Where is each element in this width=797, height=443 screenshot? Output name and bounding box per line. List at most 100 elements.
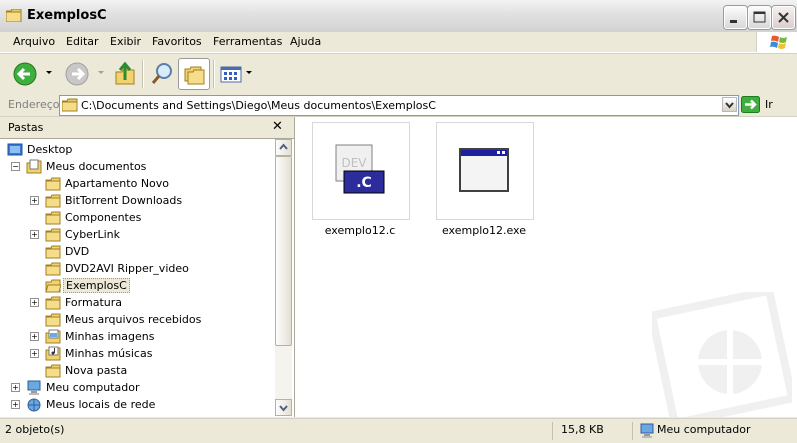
tree-label: Meus documentos xyxy=(46,160,147,173)
close-pane-icon[interactable]: ✕ xyxy=(272,119,283,134)
expand-icon[interactable]: + xyxy=(30,196,39,205)
close-button[interactable] xyxy=(772,6,795,29)
minimize-button[interactable] xyxy=(724,6,747,29)
tree-label: Formatura xyxy=(65,296,122,309)
tree-label: CyberLink xyxy=(65,228,120,241)
forward-arrow-icon xyxy=(65,62,89,86)
computer-icon xyxy=(27,380,41,395)
menu-bar: Arquivo Editar Exibir Favoritos Ferramen… xyxy=(0,32,797,53)
menu-editar[interactable]: Editar xyxy=(66,35,99,48)
file-list-pane[interactable]: DEV .C exemplo12.c exemplo12.exe xyxy=(295,117,797,417)
tree-item-dvd[interactable]: DVD xyxy=(0,243,274,260)
back-button[interactable] xyxy=(10,58,40,90)
folder-icon xyxy=(45,228,61,242)
tree-item-componentes[interactable]: Componentes xyxy=(0,209,274,226)
menu-ajuda[interactable]: Ajuda xyxy=(290,35,321,48)
tree-item-meus-locais-de-rede[interactable]: + Meus locais de rede xyxy=(0,396,274,413)
address-bar: Endereço C:\Documents and Settings\Diego… xyxy=(0,94,797,117)
c-source-file-icon: DEV .C xyxy=(335,144,385,194)
menu-favoritos[interactable]: Favoritos xyxy=(152,35,202,48)
expand-icon[interactable]: + xyxy=(30,298,39,307)
forward-button[interactable] xyxy=(62,58,92,90)
expand-icon[interactable]: + xyxy=(11,400,20,409)
open-folder-icon xyxy=(45,279,61,293)
go-button[interactable] xyxy=(741,96,760,113)
views-dropdown-icon[interactable] xyxy=(246,71,252,74)
toolbar-separator xyxy=(213,60,215,88)
folders-button[interactable] xyxy=(178,58,210,90)
maximize-icon xyxy=(753,11,766,23)
tree-item-minhas-imagens[interactable]: + Minhas imagens xyxy=(0,328,274,345)
chevron-down-icon xyxy=(279,405,288,412)
tree-label: Componentes xyxy=(65,211,142,224)
windows-watermark-icon xyxy=(652,292,792,417)
back-dropdown-icon[interactable] xyxy=(46,71,52,74)
search-button[interactable] xyxy=(147,58,177,90)
scroll-thumb[interactable] xyxy=(275,156,292,346)
tree-item-dvd2avi-ripper-video[interactable]: DVD2AVI Ripper_video xyxy=(0,260,274,277)
tree-item-formatura[interactable]: + Formatura xyxy=(0,294,274,311)
tree-scrollbar[interactable] xyxy=(275,139,292,416)
tree-label: Meus arquivos recebidos xyxy=(65,313,202,326)
tree-label: Minhas músicas xyxy=(65,347,153,360)
address-dropdown-button[interactable] xyxy=(722,97,737,112)
chevron-down-icon xyxy=(725,102,734,109)
tree-item-apartamento-novo[interactable]: Apartamento Novo xyxy=(0,175,274,192)
status-objects: 2 objeto(s) xyxy=(5,423,65,436)
collapse-icon[interactable]: − xyxy=(11,162,20,171)
tree-item-minhas-musicas[interactable]: + Minhas músicas xyxy=(0,345,274,362)
desktop-icon xyxy=(7,143,23,156)
folder-icon xyxy=(45,245,61,259)
tree-item-meus-arquivos-recebidos[interactable]: Meus arquivos recebidos xyxy=(0,311,274,328)
tree-item-meus-documentos[interactable]: − Meus documentos xyxy=(0,158,274,175)
folder-icon xyxy=(45,262,61,276)
scroll-up-button[interactable] xyxy=(275,139,292,156)
expand-icon[interactable]: + xyxy=(11,383,20,392)
my-documents-icon xyxy=(26,159,42,174)
folder-icon xyxy=(45,194,61,208)
computer-icon xyxy=(640,423,654,438)
toolbar xyxy=(0,53,797,95)
maximize-button[interactable] xyxy=(748,6,771,29)
search-icon xyxy=(151,63,172,84)
tree-item-bittorrent-downloads[interactable]: + BitTorrent Downloads xyxy=(0,192,274,209)
toolbar-separator xyxy=(142,60,144,88)
status-size: 15,8 KB xyxy=(561,423,604,436)
window-title: ExemplosC xyxy=(27,8,107,23)
tree-label: Meus locais de rede xyxy=(46,398,156,411)
file-thumbnail: DEV .C xyxy=(312,122,410,220)
pictures-folder-icon xyxy=(45,329,61,344)
views-button[interactable] xyxy=(217,58,245,90)
tree-item-exemplosc[interactable]: ExemplosC xyxy=(0,277,274,294)
title-bar[interactable]: ExemplosC xyxy=(0,0,797,33)
windows-flag-icon xyxy=(770,35,787,49)
folders-pane-header: Pastas ✕ xyxy=(0,117,294,139)
up-folder-button[interactable] xyxy=(110,58,140,90)
expand-icon[interactable]: + xyxy=(30,230,39,239)
menu-ferramentas[interactable]: Ferramentas xyxy=(213,35,282,48)
folders-pane: Pastas ✕ Desktop − Meus documentos Apart… xyxy=(0,117,295,417)
folders-pane-title: Pastas xyxy=(8,121,44,134)
expand-icon[interactable]: + xyxy=(30,349,39,358)
file-name: exemplo12.exe xyxy=(441,224,526,237)
tree-item-nova-pasta[interactable]: Nova pasta xyxy=(0,362,274,379)
explorer-window: ExemplosC Arquivo Editar Exibir Favorito… xyxy=(0,0,797,443)
go-arrow-icon xyxy=(741,96,760,113)
go-label[interactable]: Ir xyxy=(765,98,773,111)
folder-icon xyxy=(45,313,61,327)
tree-item-cyberlink[interactable]: + CyberLink xyxy=(0,226,274,243)
forward-dropdown-icon[interactable] xyxy=(98,71,104,74)
folder-icon xyxy=(45,364,61,378)
menu-exibir[interactable]: Exibir xyxy=(110,35,141,48)
tree-item-desktop[interactable]: Desktop xyxy=(0,141,274,158)
tree-item-meu-computador[interactable]: + Meu computador xyxy=(0,379,274,396)
tree-label: Nova pasta xyxy=(65,364,128,377)
folder-tree: Desktop − Meus documentos Apartamento No… xyxy=(0,139,274,417)
address-field[interactable]: C:\Documents and Settings\Diego\Meus doc… xyxy=(59,95,739,116)
folder-icon xyxy=(45,177,61,191)
scroll-down-button[interactable] xyxy=(275,399,292,416)
menu-arquivo[interactable]: Arquivo xyxy=(13,35,55,48)
expand-icon[interactable]: + xyxy=(30,332,39,341)
tree-label-selected: ExemplosC xyxy=(63,278,130,293)
folder-icon xyxy=(45,211,61,225)
